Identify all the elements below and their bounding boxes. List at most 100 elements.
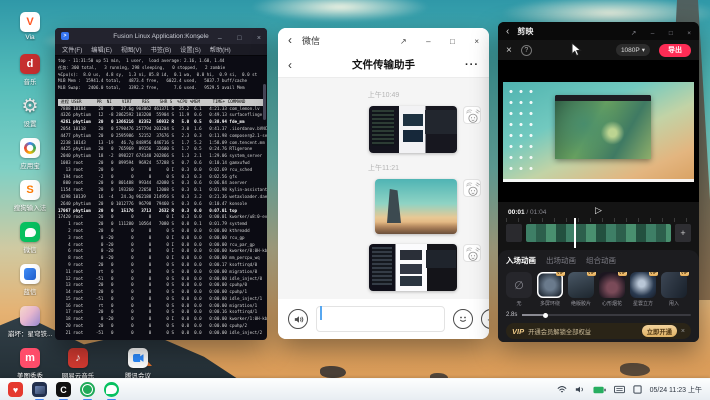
playhead[interactable] <box>574 218 576 248</box>
close-icon[interactable]: × <box>257 35 261 42</box>
desktop-icon-wechat[interactable]: 微信 <box>8 222 52 254</box>
desktop-icon-game-honkai[interactable]: 崩坏：星穹铁... <box>8 306 52 338</box>
message-input[interactable] <box>316 306 445 332</box>
chat-message-row <box>278 244 489 291</box>
timeline[interactable]: + <box>498 218 699 248</box>
effect-thumbnail: VIP <box>599 272 625 298</box>
chat-more-icon[interactable]: ··· <box>465 59 479 71</box>
cover-thumb[interactable] <box>506 224 522 242</box>
close-icon[interactable]: × <box>687 31 691 38</box>
desktop-icon-netease-music[interactable]: ♪网易云音乐 <box>56 348 100 380</box>
editor-titlebar[interactable]: ‹ 剪映 ↗ – □ × <box>498 22 699 40</box>
chat-image-desktop-screenshot-2[interactable] <box>369 244 457 291</box>
chat-timestamp: 上午10:49 <box>278 90 489 100</box>
add-clip-button[interactable]: + <box>675 224 691 242</box>
maximize-icon[interactable]: □ <box>237 35 241 42</box>
avatar[interactable] <box>463 244 481 262</box>
maximize-icon[interactable]: □ <box>450 38 455 46</box>
float-window-icon[interactable]: ↗ <box>400 38 407 46</box>
tab-入场动画[interactable]: 入场动画 <box>506 255 536 266</box>
quality-dropdown[interactable]: 1080P ▾ <box>616 44 650 56</box>
process-row: 6 root 0 -20 0 0 0 I 0.0 0.0 0:00.00 kwo… <box>58 248 264 255</box>
float-window-icon[interactable]: ↗ <box>631 31 636 38</box>
workspace-icon[interactable] <box>633 385 642 394</box>
tab-组合动画[interactable]: 组合动画 <box>586 255 616 266</box>
input-method-icon[interactable] <box>614 385 625 394</box>
wifi-icon[interactable] <box>557 385 567 394</box>
play-icon[interactable]: ▷ <box>498 205 699 216</box>
avatar[interactable] <box>463 179 481 197</box>
video-preview[interactable] <box>498 60 699 202</box>
screenshot-viewer-icon[interactable] <box>32 382 47 397</box>
desktop-icon-settings-gear[interactable]: ⚙设置 <box>8 96 52 128</box>
desktop-icon-music-app[interactable]: d音乐 <box>8 54 52 86</box>
desktop-icon-sogou-input[interactable]: S搜狗输入法 <box>8 180 52 212</box>
process-table-header: 进程 USER PR NI VIRT RES SHR S %CPU %MEM T… <box>58 99 264 106</box>
menu-item[interactable]: 编辑(E) <box>91 45 112 54</box>
close-project-icon[interactable]: × <box>506 45 512 56</box>
desktop-icon-meitu[interactable]: m美图秀秀 <box>8 348 52 380</box>
effect-item[interactable]: VIP多屏环绕 <box>537 272 563 307</box>
konsole-titlebar[interactable]: > Fusion Linux Application:Konsole ↗ – □… <box>55 28 267 44</box>
desktop-icon-tencent-meeting[interactable]: 腾讯会议 <box>116 348 160 380</box>
wechat-titlebar[interactable]: ‹ 微信 ↗ – □ × <box>278 28 489 52</box>
maximize-icon[interactable]: □ <box>669 31 673 38</box>
clip-strip[interactable] <box>526 224 671 242</box>
export-button[interactable]: 导出 <box>659 44 691 57</box>
back-icon[interactable]: ‹ <box>288 34 292 46</box>
chat-image-wallpaper-landscape[interactable] <box>375 179 457 234</box>
menu-item[interactable]: 设置(S) <box>180 45 201 54</box>
taskbar-clock[interactable]: 05/24 11:23 上午 <box>650 385 702 395</box>
minimize-icon[interactable]: – <box>218 35 222 42</box>
chat-message-list[interactable]: 上午10:49上午11:21 <box>278 78 489 299</box>
effect-item[interactable]: VIP甩入 <box>661 272 687 307</box>
process-row: 16 root rt 0 0 0 0 S 0.0 0.0 0:00.00 mig… <box>58 303 264 310</box>
float-window-icon[interactable]: ↗ <box>197 35 203 42</box>
emoji-icon[interactable] <box>453 309 473 329</box>
taskbar: ♥ C 05/24 11:23 上午 <box>0 378 710 400</box>
desktop-icon-app-store[interactable]: 应用宝 <box>8 138 52 170</box>
scrollbar-thumb[interactable] <box>263 84 266 120</box>
process-row: 21 root -51 0 0 0 0 S 0.0 0.0 0:00.00 id… <box>58 330 264 337</box>
terminal-output[interactable]: top - 11:31:50 up 51 min, 1 user, load a… <box>55 56 267 340</box>
slider-knob[interactable] <box>543 313 548 318</box>
duration-slider[interactable] <box>522 314 691 316</box>
effect-item[interactable]: VIP绝版胶片 <box>568 272 594 307</box>
battery-icon[interactable] <box>593 386 606 394</box>
desktop-icon-via-browser[interactable]: VVia <box>8 12 52 41</box>
help-icon[interactable]: ? <box>521 45 532 56</box>
volume-icon[interactable] <box>575 385 585 394</box>
desktop-icon-lanxin[interactable]: 蓝信 <box>8 264 52 296</box>
capcut-icon[interactable]: C <box>56 382 71 397</box>
effect-item[interactable]: VIP心形烟花 <box>599 272 625 307</box>
voice-icon[interactable] <box>288 309 308 329</box>
green-tool-icon[interactable] <box>80 382 95 397</box>
minimize-icon[interactable]: – <box>651 31 655 38</box>
effect-item[interactable]: ∅无 <box>506 272 532 307</box>
process-row: 9 root 20 0 0 0 0 S 0.0 0.0 0:00.17 ksof… <box>58 262 264 269</box>
process-row: 4 root 0 -20 0 0 0 I 0.0 0.0 0:00.00 rcu… <box>58 242 264 249</box>
chat-image-desktop-screenshot-1[interactable] <box>369 106 457 153</box>
tab-出场动画[interactable]: 出场动画 <box>546 255 576 266</box>
close-icon[interactable]: × <box>474 38 479 46</box>
launcher-icon[interactable]: ♥ <box>8 382 23 397</box>
menu-item[interactable]: 视图(V) <box>121 45 142 54</box>
vip-subscribe-button[interactable]: 立即开通 <box>642 325 677 337</box>
vip-badge: VIP <box>649 272 658 276</box>
effect-item[interactable]: VIP星雲立方 <box>630 272 656 307</box>
process-row: 17 root 20 0 0 0 0 S 0.0 0.0 0:00.16 kso… <box>58 309 264 316</box>
menu-item[interactable]: 帮助(H) <box>210 45 231 54</box>
effect-thumbnail: VIP <box>630 272 656 298</box>
top-summary-line: %Cpu(s): 8.0 us, 4.8 sy, 1.3 ni, 85.8 id… <box>58 72 264 79</box>
vip-banner-close-icon[interactable]: × <box>681 328 685 335</box>
menu-item[interactable]: 文件(F) <box>62 45 82 54</box>
wechat-tray-icon[interactable] <box>104 382 119 397</box>
back-icon[interactable]: ‹ <box>506 26 509 37</box>
preview-desktop-icons <box>506 86 536 170</box>
system-tray: 05/24 11:23 上午 <box>557 385 702 395</box>
plus-icon[interactable]: + <box>481 309 489 329</box>
menu-item[interactable]: 书签(B) <box>151 45 172 54</box>
minimize-icon[interactable]: – <box>426 38 430 46</box>
quality-value: 1080P <box>621 47 640 54</box>
avatar[interactable] <box>463 106 481 124</box>
